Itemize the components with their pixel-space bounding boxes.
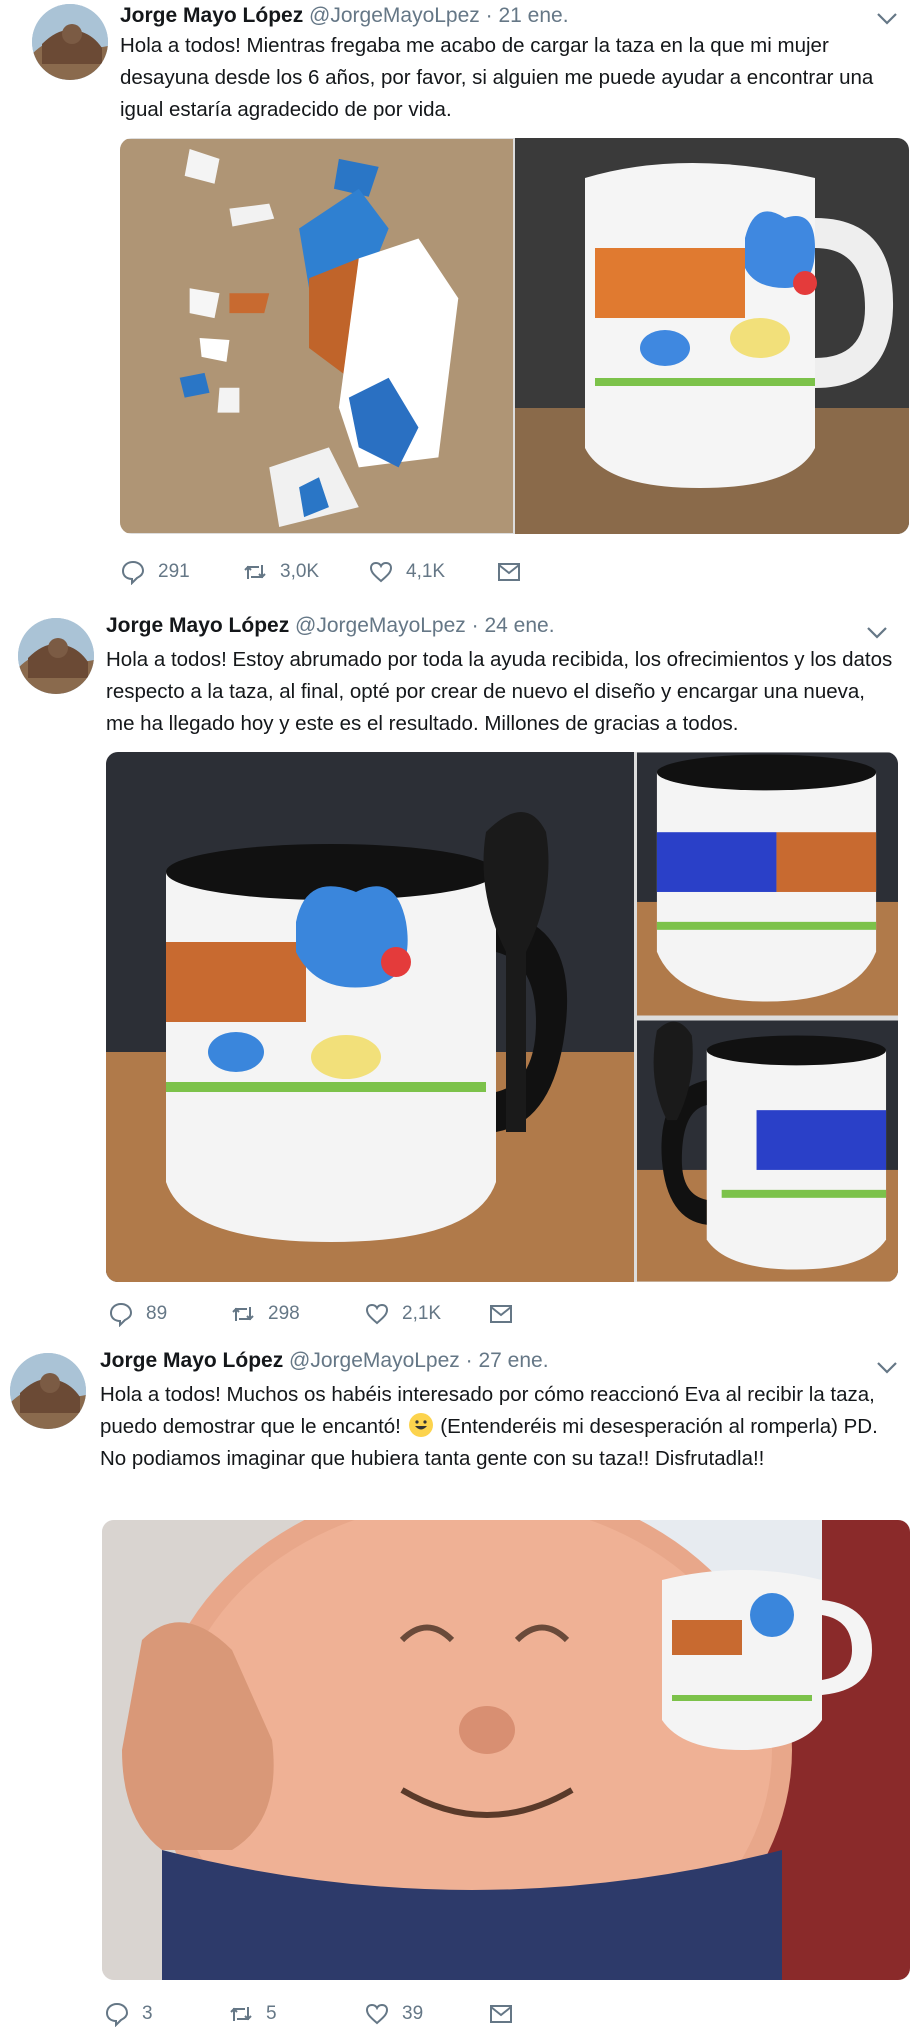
tweet-media[interactable] [106,752,898,1282]
photo-new-mug-side [637,752,898,1016]
photo-belly-smiley [102,1520,910,1980]
like-button[interactable]: 4,1K [368,558,445,586]
reply-button[interactable]: 291 [120,558,190,586]
tweet-1[interactable]: Jorge Mayo López @JorgeMayoLpez · 21 ene… [0,0,917,600]
tweet-2[interactable]: Jorge Mayo López @JorgeMayoLpez · 24 ene… [0,600,917,1335]
tweet-actions: 291 3,0K 4,1K [120,558,880,586]
tweet-header: Jorge Mayo López @JorgeMayoLpez · 27 ene… [100,1349,549,1373]
reply-count: 291 [158,561,190,582]
heart-icon [365,2003,389,2025]
like-count: 39 [402,2003,424,2024]
reply-icon [121,560,145,585]
retweet-button[interactable]: 3,0K [242,558,319,586]
envelope-icon [490,1305,512,1323]
retweet-button[interactable]: 298 [230,1300,300,1328]
tweet-text: Hola a todos! Estoy abrumado por toda la… [106,648,893,735]
separator: · [485,4,493,27]
retweet-button[interactable]: 5 [228,2000,277,2028]
reply-button[interactable]: 3 [104,2000,153,2028]
tweet-media[interactable] [102,1520,910,1980]
message-button[interactable] [496,558,522,586]
tweet-date[interactable]: 24 ene. [484,614,554,637]
retweet-icon [230,2007,252,2021]
avatar[interactable] [32,4,108,80]
author-name[interactable]: Jorge Mayo López [100,1349,283,1372]
tweet-text: Hola a todos! Mientras fregaba me acabo … [120,34,874,121]
separator: · [465,1349,473,1372]
reply-icon [109,1302,133,1327]
photo-original-mug [515,138,909,534]
tweet-actions: 89 298 2,1K [108,1300,868,1328]
author-handle[interactable]: @JorgeMayoLpez [289,1349,460,1372]
tweet-header: Jorge Mayo López @JorgeMayoLpez · 24 ene… [106,614,555,638]
photo-broken-mug [120,139,513,533]
retweet-count: 3,0K [280,561,320,582]
envelope-icon [498,563,520,581]
avatar[interactable] [10,1353,86,1429]
tweet-date[interactable]: 21 ene. [498,4,568,27]
retweet-icon [244,565,266,579]
reply-button[interactable]: 89 [108,1300,167,1328]
heart-icon [365,1303,389,1325]
tweet-actions: 3 5 39 [104,2000,864,2028]
author-handle[interactable]: @JorgeMayoLpez [309,4,480,27]
tweet-header: Jorge Mayo López @JorgeMayoLpez · 21 ene… [120,4,569,28]
message-button[interactable] [488,1300,514,1328]
tweet-media[interactable] [120,138,909,534]
chevron-down-icon[interactable] [876,12,898,26]
tweet-text: Hola a todos! Muchos os habéis interesad… [100,1379,900,1475]
author-name[interactable]: Jorge Mayo López [120,4,303,27]
separator: · [471,614,479,637]
like-count: 4,1K [406,561,446,582]
tweet-3[interactable]: Jorge Mayo López @JorgeMayoLpez · 27 ene… [0,1335,917,2039]
retweet-count: 298 [268,1303,300,1324]
grinning-face-emoji [408,1413,433,1437]
reply-icon [105,2002,129,2027]
photo-new-mug-front [106,752,634,1282]
photo-new-mug-back [637,1020,898,1282]
envelope-icon [490,2005,512,2023]
retweet-icon [232,1307,254,1321]
chevron-down-icon[interactable] [876,1361,898,1375]
like-button[interactable]: 2,1K [364,1300,441,1328]
avatar[interactable] [18,618,94,694]
like-button[interactable]: 39 [364,2000,423,2028]
reply-count: 3 [142,2003,153,2024]
reply-count: 89 [146,1303,168,1324]
author-name[interactable]: Jorge Mayo López [106,614,289,637]
chevron-down-icon[interactable] [866,626,888,640]
heart-icon [369,561,393,583]
retweet-count: 5 [266,2003,277,2024]
tweet-date[interactable]: 27 ene. [478,1349,548,1372]
like-count: 2,1K [402,1303,442,1324]
author-handle[interactable]: @JorgeMayoLpez [295,614,466,637]
message-button[interactable] [488,2000,514,2028]
